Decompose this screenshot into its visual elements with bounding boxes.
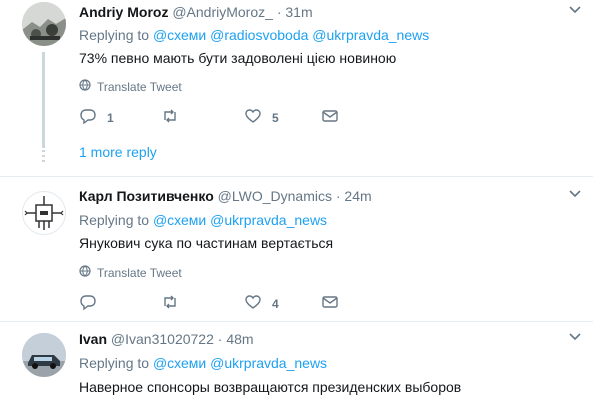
tweet-header: Карл Позитивченко @LWO_Dynamics · 24m	[79, 187, 372, 205]
retweet-icon	[161, 107, 179, 128]
display-name[interactable]: Andriy Moroz	[79, 4, 168, 20]
mail-icon	[321, 293, 339, 314]
replying-to: Replying to @схеми @ukrpravda_news	[79, 355, 327, 371]
translate-tweet-link[interactable]: Translate Tweet	[79, 265, 182, 280]
timestamp[interactable]: 48m	[226, 331, 253, 347]
retweet-icon	[161, 293, 179, 314]
heart-icon	[244, 293, 262, 314]
reply-button[interactable]: 1	[79, 107, 114, 128]
like-count: 5	[272, 110, 279, 125]
replying-prefix: Replying to	[79, 212, 150, 228]
translate-tweet-link[interactable]: Translate Tweet	[79, 79, 182, 94]
timestamp[interactable]: 24m	[344, 188, 371, 204]
mention-link[interactable]: @схеми	[153, 355, 206, 371]
globe-icon	[79, 265, 91, 280]
separator: ·	[217, 331, 223, 347]
heart-icon	[244, 107, 262, 128]
avatar[interactable]	[22, 2, 66, 46]
tweet-text: Янукович сука по частинам вертається	[79, 235, 334, 251]
caret-down-icon[interactable]	[569, 6, 581, 17]
more-replies-link[interactable]: 1 more reply	[79, 144, 157, 160]
replying-prefix: Replying to	[79, 355, 150, 371]
caret-down-icon[interactable]	[569, 333, 581, 344]
display-name[interactable]: Карл Позитивченко	[79, 188, 214, 204]
tweet-actions: 1 5	[79, 107, 339, 127]
tweet-actions: 4	[79, 293, 339, 313]
mention-link[interactable]: @ukrpravda_news	[210, 212, 327, 228]
retweet-button[interactable]	[161, 293, 189, 314]
translate-label: Translate Tweet	[97, 79, 182, 94]
user-handle[interactable]: @AndriyMoroz_	[172, 4, 273, 20]
retweet-button[interactable]	[161, 107, 189, 128]
avatar[interactable]	[22, 191, 66, 235]
tweet-text: Наверное спонсоры возвращаются президенс…	[79, 379, 462, 395]
mention-link[interactable]: @ukrpravda_news	[312, 27, 429, 43]
thread-dots	[42, 150, 45, 162]
tweet-text: 73% певно мають бути задоволені цією нов…	[79, 50, 397, 66]
tweet-karl[interactable]: Карл Позитивченко @LWO_Dynamics · 24m Re…	[0, 176, 593, 322]
separator: ·	[335, 188, 341, 204]
reply-button[interactable]	[79, 293, 107, 314]
replying-to: Replying to @схеми @radiosvoboda @ukrpra…	[79, 27, 429, 43]
avatar[interactable]	[22, 333, 66, 377]
tweet-header: Ivan @Ivan31020722 · 48m	[79, 330, 254, 348]
reply-count: 1	[107, 110, 114, 125]
replying-prefix: Replying to	[79, 27, 150, 43]
separator: ·	[276, 4, 282, 20]
translate-label: Translate Tweet	[97, 265, 182, 280]
timestamp[interactable]: 31m	[285, 4, 312, 20]
reply-icon	[79, 293, 97, 314]
display-name[interactable]: Ivan	[79, 331, 107, 347]
mention-link[interactable]: @ukrpravda_news	[210, 355, 327, 371]
direct-message-button[interactable]	[321, 293, 339, 314]
mail-icon	[321, 107, 339, 128]
caret-down-icon[interactable]	[569, 190, 581, 201]
mention-link[interactable]: @схеми	[153, 27, 206, 43]
mention-link[interactable]: @radiosvoboda	[210, 27, 308, 43]
like-button[interactable]: 4	[244, 293, 279, 314]
tweet-ivan[interactable]: Ivan @Ivan31020722 · 48m Replying to @сх…	[0, 321, 593, 409]
replying-to: Replying to @схеми @ukrpravda_news	[79, 212, 327, 228]
direct-message-button[interactable]	[321, 107, 339, 128]
tweet-andriy-moroz[interactable]: Andriy Moroz @AndriyMoroz_ · 31m Replyin…	[0, 0, 593, 175]
mention-link[interactable]: @схеми	[153, 212, 206, 228]
reply-icon	[79, 107, 97, 128]
tweet-header: Andriy Moroz @AndriyMoroz_ · 31m	[79, 3, 313, 21]
like-count: 4	[272, 296, 279, 311]
user-handle[interactable]: @LWO_Dynamics	[218, 188, 332, 204]
globe-icon	[79, 79, 91, 94]
thread-line	[42, 52, 45, 148]
user-handle[interactable]: @Ivan31020722	[111, 331, 214, 347]
like-button[interactable]: 5	[244, 107, 279, 128]
